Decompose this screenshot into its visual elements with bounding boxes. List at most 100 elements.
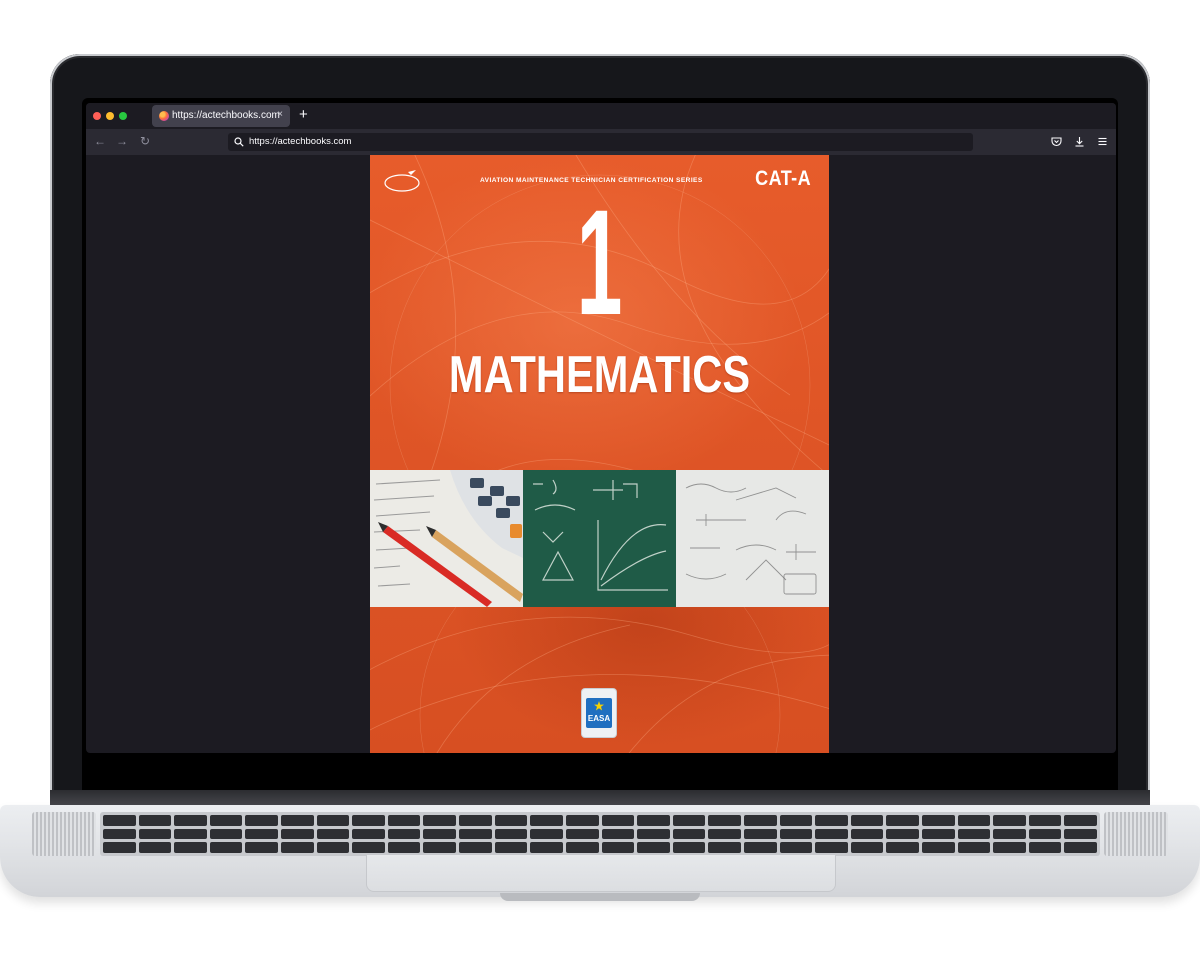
keyboard-key [779,815,813,826]
keyboard-key [352,828,385,840]
keyboard-key [1028,842,1062,853]
tab-title: https://actechbooks.com [172,110,280,121]
speaker-grille-left [32,812,96,856]
keyboard-key [1064,828,1097,840]
keyboard-key [494,815,528,826]
easa-compliance-badge: EASA [582,689,616,737]
photo-math-paper [676,470,829,607]
keyboard-key [601,842,635,853]
keyboard-key [138,815,172,826]
keyboard-key [209,842,243,853]
module-number: 1 [576,178,623,346]
trackpad [366,855,836,892]
keyboard-key [1064,815,1097,826]
keyboard-key [530,828,563,840]
url-bar[interactable]: https://actechbooks.com [228,133,973,151]
browser-window: https://actechbooks.com × + ← → ↻ https:… [86,103,1116,753]
keyboard-key [957,828,991,840]
keyboard [100,812,1100,856]
keyboard-key [921,842,955,853]
keyboard-key [387,828,421,840]
menu-icon[interactable] [1096,135,1109,148]
keyboard-key [565,842,599,853]
keyboard-key [708,815,741,826]
window-close-button[interactable] [93,112,101,120]
keyboard-key [993,815,1026,826]
search-icon [234,137,244,147]
keyboard-key [921,828,955,840]
keyboard-key [850,815,884,826]
pocket-icon[interactable] [1050,135,1063,148]
keyboard-key [672,842,706,853]
keyboard-key [209,828,243,840]
keyboard-key [245,828,279,840]
keyboard-key [815,842,848,853]
keyboard-key [281,828,314,840]
keyboard-key [850,842,884,853]
window-zoom-button[interactable] [119,112,127,120]
keyboard-key [459,842,492,853]
keyboard-key [743,828,777,840]
close-icon[interactable]: × [277,109,283,120]
keyboard-key [886,828,919,840]
category-label: CAT-A [755,167,811,190]
keyboard-key [993,828,1026,840]
keyboard-key [352,815,385,826]
keyboard-key [103,842,136,853]
keyboard-key [743,842,777,853]
keyboard-key [316,842,350,853]
keyboard-key [815,828,848,840]
keyboard-key [565,815,599,826]
new-tab-button[interactable]: + [299,106,308,124]
photo-calculator-pencils [370,470,523,607]
keyboard-key [281,842,314,853]
keyboard-key [316,828,350,840]
aircraft-technical-logo [384,170,420,192]
tab-bar: https://actechbooks.com × + [86,103,1116,129]
keyboard-key [459,828,492,840]
keyboard-key [316,815,350,826]
back-arrow-icon[interactable]: ← [94,134,106,148]
keyboard-key [1028,828,1062,840]
forward-arrow-icon[interactable]: → [116,134,128,148]
keyboard-key [708,828,741,840]
firefox-favicon-icon [159,111,169,121]
keyboard-key [779,842,813,853]
keyboard-key [209,815,243,826]
window-minimize-button[interactable] [106,112,114,120]
keyboard-key [850,828,884,840]
keyboard-key [530,842,563,853]
tab-actechbooks[interactable]: https://actechbooks.com × [152,105,290,127]
url-text: https://actechbooks.com [249,136,352,147]
keyboard-key [423,815,457,826]
keyboard-key [387,842,421,853]
star-icon [594,701,604,711]
base-lip [500,893,700,901]
keyboard-key [103,828,136,840]
keyboard-key [1064,842,1097,853]
keyboard-key [530,815,563,826]
keyboard-key [245,815,279,826]
keyboard-key [565,828,599,840]
keyboard-key [138,842,172,853]
easa-badge-label: EASA [587,714,611,723]
keyboard-key [1028,815,1062,826]
keyboard-key [779,828,813,840]
download-icon[interactable] [1073,135,1086,148]
keyboard-key [993,842,1026,853]
keyboard-key [921,815,955,826]
keyboard-key [494,842,528,853]
navigation-toolbar: ← → ↻ https://actechbooks.com [86,129,1116,155]
reload-icon[interactable]: ↻ [140,134,150,148]
keyboard-key [637,828,670,840]
keyboard-key [174,828,207,840]
keyboard-key [387,815,421,826]
keyboard-key [423,842,457,853]
keyboard-key [743,815,777,826]
keyboard-key [138,828,172,840]
keyboard-key [601,815,635,826]
keyboard-key [957,842,991,853]
easa-badge-panel: EASA [586,698,612,728]
keyboard-key [957,815,991,826]
photo-chalkboard [523,470,676,607]
